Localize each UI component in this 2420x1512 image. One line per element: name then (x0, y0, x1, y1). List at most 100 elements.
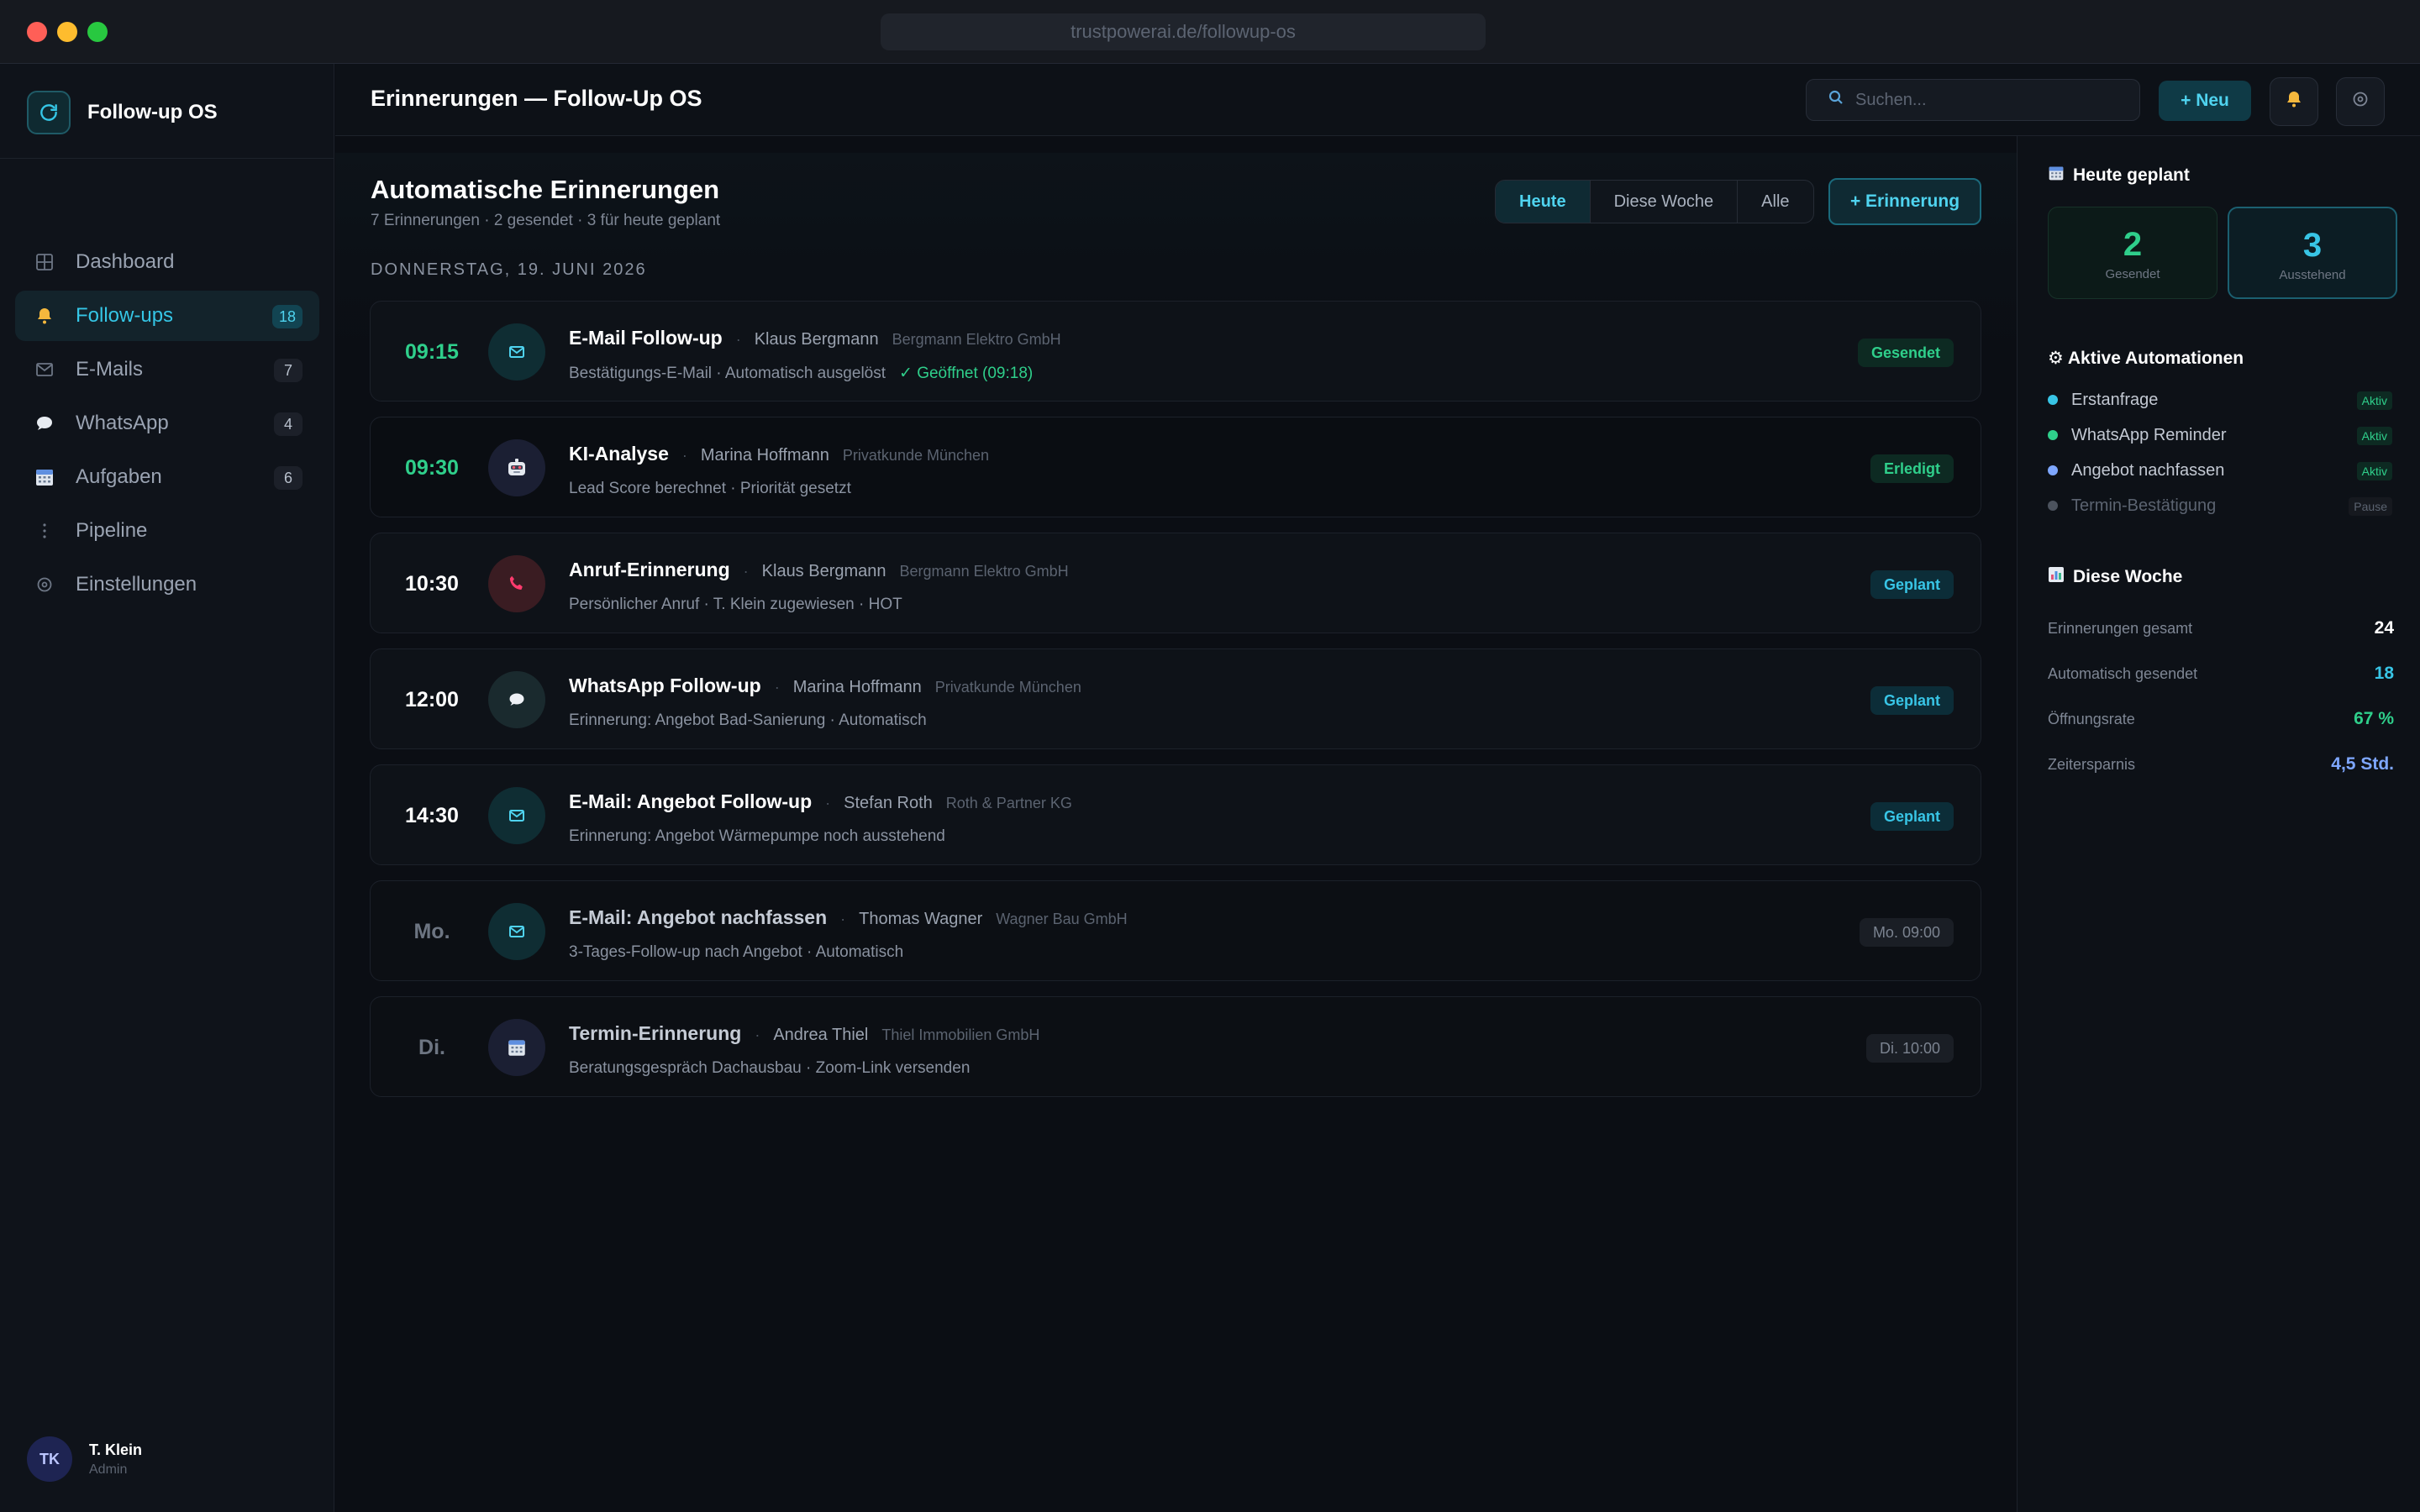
sidebar-item-label: WhatsApp (76, 412, 169, 434)
add-reminder-button[interactable]: + Erinnerung (1828, 178, 1981, 225)
sent-stat-card[interactable]: 2 Gesendet (2048, 207, 2217, 299)
grid-icon (34, 251, 55, 273)
sidebar-item-whatsapp[interactable]: WhatsApp 4 (15, 398, 319, 449)
sidebar-item-label: Aufgaben (76, 465, 162, 488)
reminder-title: E-Mail: Angebot Follow-up (569, 790, 813, 812)
sidebar-item-label: Follow-ups (76, 304, 174, 327)
main-content: Automatische Erinnerungen 7 Erinnerungen… (335, 136, 2017, 1512)
week-heading: Diese Woche (2048, 566, 2182, 588)
automation-item[interactable]: Erstanfrage Aktiv (2048, 383, 2392, 417)
contact-name: Marina Hoffmann (792, 678, 922, 696)
tab-heute[interactable]: Heute (1496, 181, 1591, 223)
automation-state: Pause (2349, 497, 2392, 516)
contact-name: Stefan Roth (844, 794, 933, 812)
status-badge: Geplant (1870, 802, 1954, 831)
bar-chart-icon (2048, 566, 2065, 588)
sent-count: 2 (2123, 226, 2143, 263)
reminder-card[interactable]: 09:15 E-Mail Follow-up · Klaus Bergmann … (370, 301, 1981, 402)
mail-icon (488, 903, 545, 960)
address-bar[interactable]: trustpowerai.de/followup-os (881, 13, 1486, 50)
search-placeholder: Suchen... (1855, 90, 1927, 109)
automation-item[interactable]: WhatsApp Reminder Aktiv (2048, 418, 2392, 452)
sidebar-item-aufgaben[interactable]: Aufgaben 6 (15, 452, 319, 502)
sidebar-item-einstellungen[interactable]: Einstellungen (15, 559, 319, 610)
calendar-icon (488, 1019, 545, 1076)
tab-diese-woche[interactable]: Diese Woche (1591, 181, 1739, 223)
stat-label: Automatisch gesendet (2048, 664, 2198, 682)
sidebar-item-label: E-Mails (76, 358, 144, 381)
right-panel: Heute geplant 2 Gesendet 3 Ausstehend ⚙ … (2017, 136, 2420, 1512)
automation-item[interactable]: Angebot nachfassen Aktiv (2048, 454, 2392, 487)
automation-name: Termin-Bestätigung (2071, 496, 2217, 515)
status-dot (2048, 395, 2058, 405)
tab-alle[interactable]: Alle (1738, 181, 1812, 223)
reminder-title: E-Mail Follow-up (569, 327, 723, 349)
reminder-card[interactable]: Mo. E-Mail: Angebot nachfassen · Thomas … (370, 880, 1981, 981)
reminder-card[interactable]: 09:30 KI-Analyse · Marina Hoffmann Priva… (370, 417, 1981, 517)
minimize-window-button[interactable] (57, 22, 77, 42)
automation-item[interactable]: Termin-Bestätigung Pause (2048, 489, 2392, 522)
status-dot (2048, 430, 2058, 440)
contact-name: Thomas Wagner (859, 910, 983, 928)
reminder-card[interactable]: 12:00 WhatsApp Follow-up · Marina Hoffma… (370, 648, 1981, 749)
new-button[interactable]: + Neu (2159, 81, 2251, 121)
reminder-header: KI-Analyse · Marina Hoffmann Privatkunde… (569, 443, 989, 465)
week-stat-row: Zeitersparnis 4,5 Std. (2048, 748, 2394, 781)
page-title: Erinnerungen — Follow-Up OS (371, 86, 702, 111)
contact-name: Klaus Bergmann (761, 562, 886, 580)
reminder-card[interactable]: 10:30 Anruf-Erinnerung · Klaus Bergmann … (370, 533, 1981, 633)
filter-tabs: Heute Diese Woche Alle (1495, 180, 1814, 223)
reminder-time: 09:15 (405, 340, 459, 364)
reminder-description: Beratungsgespräch Dachausbau · Zoom-Link… (569, 1059, 971, 1077)
brand[interactable]: Follow-up OS (27, 89, 218, 136)
sidebar-item-pipeline[interactable]: Pipeline (15, 506, 319, 556)
automation-name: Angebot nachfassen (2071, 460, 2225, 480)
status-badge: Geplant (1870, 686, 1954, 715)
sidebar-item-dashboard[interactable]: Dashboard (15, 237, 319, 287)
week-stat-row: Öffnungsrate 67 % (2048, 702, 2394, 736)
separator: · (743, 563, 749, 580)
sidebar-item-e-mails[interactable]: E-Mails 7 (15, 344, 319, 395)
status-dot (2048, 465, 2058, 475)
opened-indicator: ✓ Geöffnet (09:18) (899, 365, 1034, 382)
close-window-button[interactable] (27, 22, 47, 42)
section-subtitle: 7 Erinnerungen · 2 gesendet · 3 für heut… (371, 212, 721, 229)
reminder-title: E-Mail: Angebot nachfassen (569, 906, 828, 928)
pending-label: Ausstehend (2279, 268, 2346, 282)
count-badge: 18 (271, 305, 302, 328)
today-title: Heute geplant (2073, 165, 2190, 185)
separator: · (774, 679, 780, 696)
reminder-time: 10:30 (405, 572, 459, 596)
pending-stat-card[interactable]: 3 Ausstehend (2228, 207, 2397, 299)
stat-label: Zeitersparnis (2048, 755, 2136, 773)
sidebar: Follow-up OS Dashboard Follow-ups 18 E-M… (0, 64, 334, 1512)
reminder-time: 14:30 (405, 804, 459, 827)
bell-icon (2284, 89, 2304, 115)
status-badge: Gesendet (1857, 339, 1954, 367)
reminder-day: Mo. (413, 920, 450, 943)
sidebar-item-follow-ups[interactable]: Follow-ups 18 (15, 291, 319, 341)
browser-chrome: trustpowerai.de/followup-os (0, 0, 2420, 64)
phone-icon (488, 555, 545, 612)
maximize-window-button[interactable] (87, 22, 108, 42)
reminder-card[interactable]: 14:30 E-Mail: Angebot Follow-up · Stefan… (370, 764, 1981, 865)
notifications-button[interactable] (2270, 77, 2318, 126)
reminder-header: WhatsApp Follow-up · Marina Hoffmann Pri… (569, 675, 1081, 697)
chat-icon (34, 412, 55, 434)
reminder-description: Erinnerung: Angebot Wärmepumpe noch auss… (569, 827, 945, 845)
reminder-header: Anruf-Erinnerung · Klaus Bergmann Bergma… (569, 559, 1069, 581)
settings-button[interactable] (2336, 77, 2385, 126)
top-header: Erinnerungen — Follow-Up OS Suchen... + … (335, 64, 2420, 136)
bell-icon (34, 305, 55, 327)
reminder-card[interactable]: Di. Termin-Erinnerung · Andrea Thiel Thi… (370, 996, 1981, 1097)
status-badge: Erledigt (1870, 454, 1954, 483)
reminder-day: Di. (418, 1036, 445, 1059)
user-profile[interactable]: TK T. Klein Admin (27, 1436, 142, 1482)
status-badge: Geplant (1870, 570, 1954, 599)
automation-name: Erstanfrage (2071, 390, 2159, 409)
company-name: Wagner Bau GmbH (996, 911, 1128, 927)
sidebar-item-label: Dashboard (76, 250, 175, 273)
search-input[interactable]: Suchen... (1806, 79, 2140, 121)
calendar-icon (2048, 165, 2065, 186)
mail-icon (488, 323, 545, 381)
